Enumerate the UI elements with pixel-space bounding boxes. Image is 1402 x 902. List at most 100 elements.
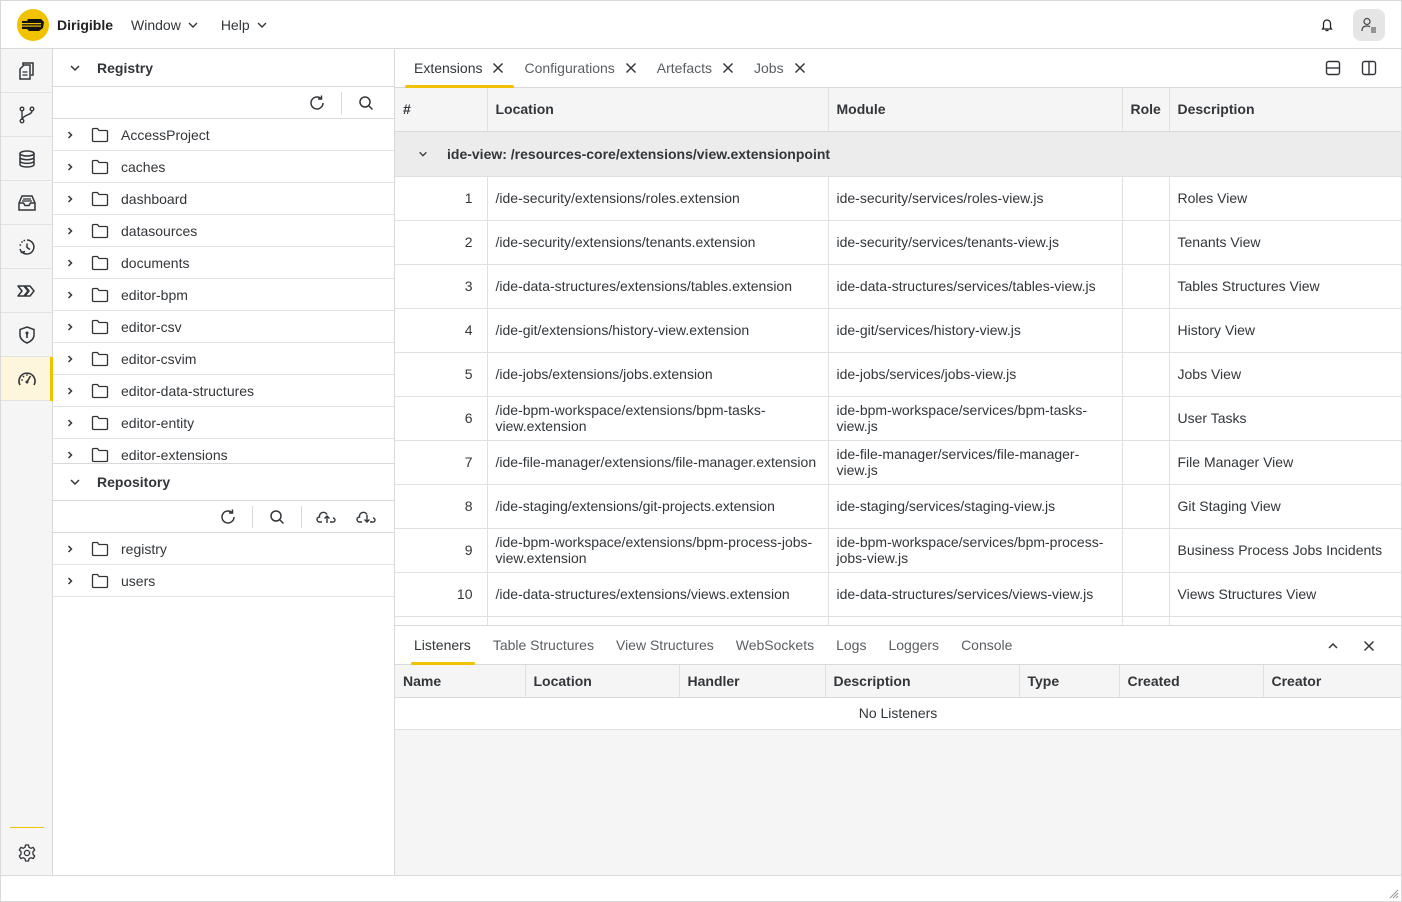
tab-table-structures[interactable]: Table Structures bbox=[482, 626, 605, 664]
activity-flows[interactable] bbox=[1, 269, 52, 313]
tree-item[interactable]: editor-bpm bbox=[53, 279, 394, 311]
activity-repository[interactable] bbox=[1, 181, 52, 225]
repository-download-button[interactable] bbox=[350, 503, 382, 531]
window-menu[interactable]: Window bbox=[131, 17, 199, 33]
table-row[interactable]: 10/ide-data-structures/extensions/views.… bbox=[395, 572, 1401, 617]
user-menu-button[interactable] bbox=[1353, 8, 1385, 41]
expand-toggle[interactable] bbox=[53, 576, 87, 586]
expand-toggle[interactable] bbox=[53, 194, 87, 204]
tab-close-button[interactable] bbox=[722, 62, 734, 74]
expand-toggle[interactable] bbox=[53, 450, 87, 460]
column-header-role[interactable]: Role bbox=[1122, 88, 1170, 132]
expand-toggle[interactable] bbox=[53, 322, 87, 332]
activity-projects[interactable] bbox=[1, 49, 52, 93]
table-row[interactable]: 2/ide-security/extensions/tenants.extens… bbox=[395, 220, 1401, 265]
tree-item[interactable]: dashboard bbox=[53, 183, 394, 215]
tree-item[interactable]: editor-extensions bbox=[53, 439, 394, 463]
tree-item[interactable]: AccessProject bbox=[53, 119, 394, 151]
column-header-description[interactable]: Description bbox=[1169, 88, 1401, 132]
activity-git[interactable] bbox=[1, 93, 52, 137]
column-header-type[interactable]: Type bbox=[1019, 665, 1120, 698]
activity-history[interactable] bbox=[1, 225, 52, 269]
tree-item[interactable]: editor-csv bbox=[53, 311, 394, 343]
expand-toggle[interactable] bbox=[53, 130, 87, 140]
resize-grip-icon[interactable] bbox=[1387, 887, 1399, 899]
tab-jobs[interactable]: Jobs bbox=[744, 49, 816, 87]
group-row[interactable]: ide-view: /resources-core/extensions/vie… bbox=[395, 131, 1401, 177]
folder-icon bbox=[91, 541, 109, 556]
expand-toggle[interactable] bbox=[53, 354, 87, 364]
column-header-name[interactable]: Name bbox=[395, 665, 526, 698]
tab-close-button[interactable] bbox=[492, 62, 504, 74]
expand-toggle[interactable] bbox=[53, 418, 87, 428]
activity-security[interactable] bbox=[1, 313, 52, 357]
tab-listeners[interactable]: Listeners bbox=[403, 626, 482, 665]
table-row[interactable]: 1/ide-security/extensions/roles.extensio… bbox=[395, 176, 1401, 221]
notifications-button[interactable] bbox=[1311, 9, 1343, 41]
cell-location: /ide-data-structures/extensions/tables.e… bbox=[487, 264, 829, 309]
tab-websockets[interactable]: WebSockets bbox=[725, 626, 825, 664]
collapse-panel-button[interactable] bbox=[1315, 634, 1351, 658]
tab-artefacts[interactable]: Artefacts bbox=[647, 49, 744, 87]
tree-item[interactable]: editor-csvim bbox=[53, 343, 394, 375]
activity-database[interactable] bbox=[1, 137, 52, 181]
registry-section-header[interactable]: Registry bbox=[53, 49, 394, 87]
column-header-module[interactable]: Module bbox=[828, 88, 1123, 132]
repository-search-button[interactable] bbox=[261, 503, 293, 531]
repository-refresh-button[interactable] bbox=[212, 503, 244, 531]
table-row[interactable]: 6/ide-bpm-workspace/extensions/bpm-tasks… bbox=[395, 396, 1401, 441]
split-vertical-button[interactable] bbox=[1351, 57, 1387, 79]
column-header-location[interactable]: Location bbox=[487, 88, 829, 132]
tree-item[interactable]: registry bbox=[53, 533, 394, 565]
registry-toolbar bbox=[53, 87, 394, 119]
table-row[interactable]: 7/ide-file-manager/extensions/file-manag… bbox=[395, 440, 1401, 485]
toolbar-separator bbox=[341, 91, 342, 114]
toolbar-separator bbox=[252, 505, 253, 528]
table-row[interactable]: 3/ide-data-structures/extensions/tables.… bbox=[395, 264, 1401, 309]
table-row[interactable]: 5/ide-jobs/extensions/jobs.extension ide-… bbox=[395, 352, 1401, 397]
tab-configurations[interactable]: Configurations bbox=[514, 49, 646, 87]
expand-toggle[interactable] bbox=[53, 290, 87, 300]
settings-button[interactable] bbox=[1, 833, 53, 873]
help-menu[interactable]: Help bbox=[221, 17, 268, 33]
expand-toggle[interactable] bbox=[53, 386, 87, 396]
tree-item[interactable]: editor-data-structures bbox=[53, 375, 394, 407]
table-row[interactable] bbox=[395, 616, 1401, 625]
expand-toggle[interactable] bbox=[53, 162, 87, 172]
column-header-handler[interactable]: Handler bbox=[679, 665, 826, 698]
tab-loggers[interactable]: Loggers bbox=[877, 626, 950, 664]
column-header-created[interactable]: Created bbox=[1119, 665, 1264, 698]
activity-operations[interactable] bbox=[1, 357, 53, 401]
expand-toggle[interactable] bbox=[53, 226, 87, 236]
tab-extensions[interactable]: Extensions bbox=[405, 49, 515, 88]
expand-toggle[interactable] bbox=[53, 258, 87, 268]
tree-item[interactable]: users bbox=[53, 565, 394, 597]
registry-refresh-button[interactable] bbox=[301, 89, 333, 117]
refresh-icon bbox=[221, 509, 235, 524]
tree-item[interactable]: datasources bbox=[53, 215, 394, 247]
tab-logs[interactable]: Logs bbox=[825, 626, 877, 664]
tree-item[interactable]: documents bbox=[53, 247, 394, 279]
folder-icon bbox=[91, 287, 109, 302]
tab-console[interactable]: Console bbox=[950, 626, 1023, 664]
table-row[interactable]: 8/ide-staging/extensions/git-projects.ex… bbox=[395, 484, 1401, 529]
folder-icon bbox=[91, 447, 109, 462]
repository-section-header[interactable]: Repository bbox=[53, 463, 394, 501]
split-horizontal-button[interactable] bbox=[1315, 57, 1351, 79]
column-header-description[interactable]: Description bbox=[825, 665, 1020, 698]
table-row[interactable]: 4/ide-git/extensions/history-view.extens… bbox=[395, 308, 1401, 353]
table-row[interactable]: 9/ide-bpm-workspace/extensions/bpm-proce… bbox=[395, 528, 1401, 573]
column-header-location[interactable]: Location bbox=[525, 665, 680, 698]
expand-toggle[interactable] bbox=[53, 544, 87, 554]
tab-close-button[interactable] bbox=[625, 62, 637, 74]
tab-view-structures[interactable]: View Structures bbox=[605, 626, 725, 664]
column-header-creator[interactable]: Creator bbox=[1263, 665, 1401, 698]
registry-search-button[interactable] bbox=[350, 89, 382, 117]
tab-close-button[interactable] bbox=[794, 62, 806, 74]
repository-upload-button[interactable] bbox=[310, 503, 342, 531]
cell-description: User Tasks bbox=[1169, 396, 1401, 441]
column-header-number[interactable]: # bbox=[395, 88, 488, 132]
close-panel-button[interactable] bbox=[1351, 634, 1387, 658]
tree-item[interactable]: caches bbox=[53, 151, 394, 183]
tree-item[interactable]: editor-entity bbox=[53, 407, 394, 439]
